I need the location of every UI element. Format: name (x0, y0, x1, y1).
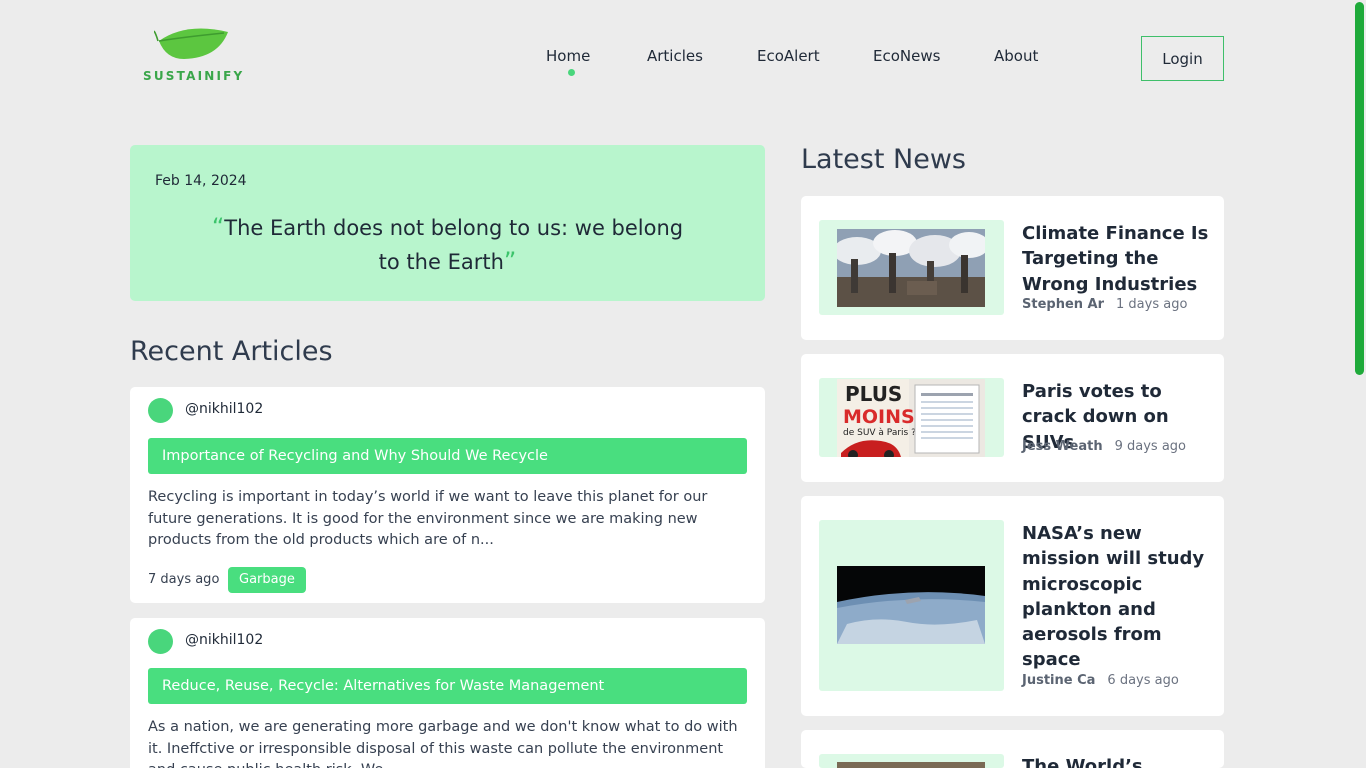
svg-text:PLUS: PLUS (845, 382, 902, 406)
news-title[interactable]: NASA’s new mission will study microscopi… (1022, 521, 1212, 673)
article-title[interactable]: Importance of Recycling and Why Should W… (148, 438, 747, 474)
svg-text:MOINS: MOINS (843, 406, 915, 428)
login-button[interactable]: Login (1141, 36, 1224, 81)
news-thumbnail[interactable] (819, 220, 1004, 315)
news-meta: Justine Ca 6 days ago (1022, 673, 1179, 688)
smokestacks-photo (837, 229, 985, 307)
leaf-icon (154, 28, 228, 59)
quote-card: Feb 14, 2024 “The Earth does not belong … (130, 145, 765, 301)
avatar[interactable] (148, 398, 173, 423)
nav-item-ecoalert[interactable]: EcoAlert (757, 47, 820, 65)
scrollbar-thumb[interactable] (1355, 2, 1364, 375)
news-card[interactable]: Climate Finance Is Targeting the Wrong I… (801, 196, 1224, 340)
news-card[interactable]: NASA’s new mission will study microscopi… (801, 496, 1224, 716)
article-excerpt: Recycling is important in today’s world … (148, 489, 708, 548)
plus-ou-moins-poster-photo: PLUS MOINS de SUV à Paris ? (837, 379, 985, 457)
avatar[interactable] (148, 629, 173, 654)
quote-date: Feb 14, 2024 (155, 173, 247, 189)
page-scrollbar[interactable] (1352, 0, 1366, 768)
news-card[interactable]: PLUS MOINS de SUV à Paris ? Paris votes … (801, 354, 1224, 482)
brand-logo[interactable]: SUSTAINIFY (142, 28, 246, 84)
nav-item-label: Home (546, 47, 591, 65)
recent-articles-heading: Recent Articles (130, 336, 333, 367)
article-title[interactable]: Reduce, Reuse, Recycle: Alternatives for… (148, 668, 747, 704)
news-thumbnail[interactable]: PLUS MOINS de SUV à Paris ? (819, 378, 1004, 457)
news-title[interactable]: Climate Finance Is Targeting the Wrong I… (1022, 221, 1212, 297)
news-meta: Stephen Ar 1 days ago (1022, 297, 1187, 312)
article-author[interactable]: @nikhil102 (185, 632, 263, 648)
news-title[interactable]: The World’s (1022, 754, 1212, 768)
news-card[interactable]: The World’s (801, 730, 1224, 768)
quote-text: “The Earth does not belong to us: we bel… (210, 211, 685, 279)
nav-item-articles[interactable]: Articles (647, 47, 703, 65)
news-author[interactable]: Justine Ca (1022, 673, 1095, 688)
news-photo (837, 762, 985, 768)
news-author[interactable]: Stephen Ar (1022, 297, 1104, 312)
news-meta: Jess Weath 9 days ago (1022, 439, 1186, 454)
news-time: 6 days ago (1107, 673, 1179, 688)
news-author[interactable]: Jess Weath (1022, 439, 1103, 454)
article-author[interactable]: @nikhil102 (185, 401, 263, 417)
article-card: @nikhil102 Reduce, Reuse, Recycle: Alter… (130, 618, 765, 768)
close-quote-mark: ” (503, 247, 517, 275)
news-thumbnail[interactable] (819, 754, 1004, 768)
active-indicator-dot (568, 69, 575, 76)
open-quote-mark: “ (211, 213, 225, 241)
article-tag[interactable]: Garbage (228, 567, 306, 593)
news-time: 9 days ago (1114, 439, 1186, 454)
brand-name: SUSTAINIFY (143, 69, 245, 83)
news-time: 1 days ago (1116, 297, 1188, 312)
article-excerpt: As a nation, we are generating more garb… (148, 719, 738, 768)
latest-news-heading: Latest News (801, 144, 966, 175)
svg-text:de SUV à Paris ?: de SUV à Paris ? (843, 428, 916, 438)
earth-from-orbit-photo (837, 566, 985, 644)
news-thumbnail[interactable] (819, 520, 1004, 691)
article-card: @nikhil102 Importance of Recycling and W… (130, 387, 765, 603)
nav-item-about[interactable]: About (994, 47, 1038, 65)
article-time: 7 days ago (148, 572, 220, 587)
nav-item-econews[interactable]: EcoNews (873, 47, 940, 65)
quote-body: The Earth does not belong to us: we belo… (224, 216, 684, 274)
nav-item-home[interactable]: Home (546, 47, 591, 76)
